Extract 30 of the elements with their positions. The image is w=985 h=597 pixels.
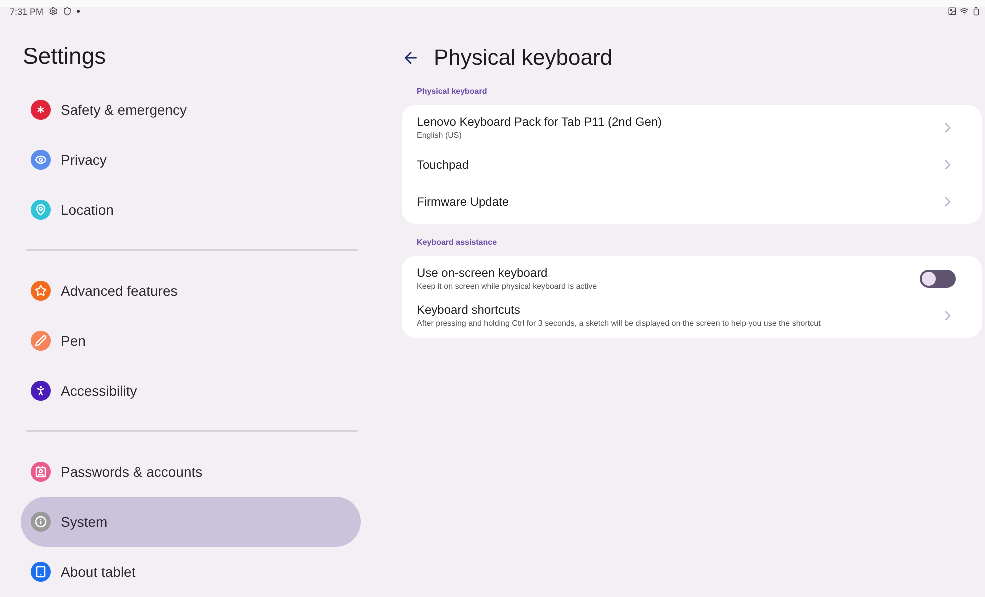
- section-heading: Physical keyboard: [417, 87, 488, 96]
- sidebar-item[interactable]: Pen: [21, 316, 361, 366]
- row-title[interactable]: Use on-screen keyboard: [417, 266, 920, 280]
- section-heading: Keyboard assistance: [417, 238, 498, 247]
- back-button[interactable]: [402, 49, 420, 67]
- sidebar-item[interactable]: Safety & emergency: [21, 85, 361, 135]
- sidebar-item[interactable]: Accessibility: [21, 366, 361, 416]
- toggle-switch[interactable]: [920, 270, 956, 288]
- row-title[interactable]: Touchpad: [417, 158, 940, 172]
- wifi-icon: [960, 7, 969, 16]
- picture-icon: [948, 7, 957, 16]
- sidebar-item[interactable]: Location: [21, 185, 361, 235]
- gear-icon: [48, 7, 58, 16]
- row-title[interactable]: Lenovo Keyboard Pack for Tab P11 (2nd Gen): [417, 115, 940, 129]
- sidebar-item[interactable]: Passwords & accounts: [21, 447, 361, 497]
- sidebar-title: Settings: [23, 43, 108, 71]
- sidebar-item[interactable]: Privacy: [21, 135, 361, 185]
- sidebar-item[interactable]: System: [21, 497, 361, 547]
- battery-icon: [972, 7, 981, 16]
- sidebar-item[interactable]: Advanced features: [21, 266, 361, 316]
- status-time: 7:31 PM: [10, 6, 44, 17]
- sidebar-item[interactable]: About tablet: [21, 547, 361, 597]
- row-subtitle: After pressing and holding Ctrl for 3 seconds, a sketch will be displayed on the screen to help you use the shortcut: [417, 319, 822, 328]
- row-title[interactable]: Keyboard shortcuts: [417, 303, 940, 317]
- page-title: Physical keyboard: [434, 45, 613, 71]
- dot-icon: [76, 10, 80, 14]
- row-title[interactable]: Firmware Update: [417, 194, 940, 208]
- row-subtitle: Keep it on screen while physical keyboard is active: [417, 282, 598, 291]
- shield-icon: [62, 7, 72, 16]
- row-subtitle: English (US): [417, 131, 463, 140]
